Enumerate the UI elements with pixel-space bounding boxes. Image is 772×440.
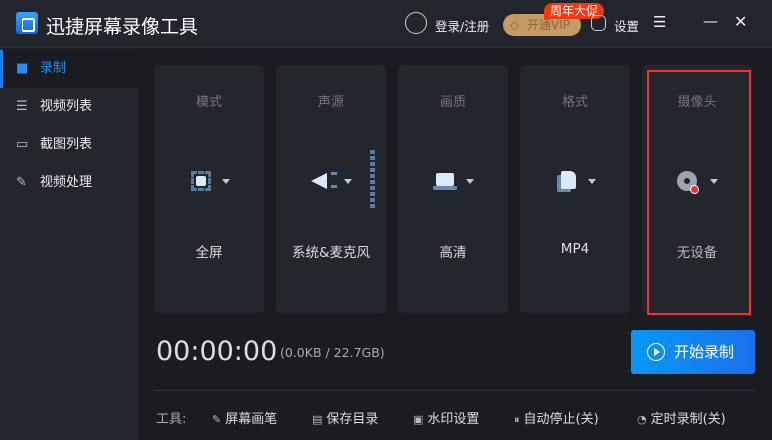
watermark-settings-button[interactable]: ▣ 水印设置 bbox=[413, 408, 479, 427]
screenshot-icon: ▭ bbox=[16, 137, 29, 152]
pen-icon: ✎ bbox=[212, 413, 222, 426]
video-list-icon: ☰ bbox=[16, 99, 28, 114]
card-label: 模式 bbox=[195, 95, 222, 110]
sidebar: ■ 录制 ☰ 视频列表 ▭ 截图列表 ✎ 视频处理 bbox=[0, 49, 138, 440]
chevron-down-icon[interactable] bbox=[344, 179, 352, 184]
card-value: 系统&麦克风 bbox=[291, 245, 371, 261]
sidebar-item-screenshot-list[interactable]: ▭ 截图列表 bbox=[0, 126, 138, 164]
minimize-button[interactable]: — bbox=[703, 12, 718, 30]
vip-label: 开通VIP bbox=[527, 18, 570, 32]
speaker-icon bbox=[311, 170, 337, 192]
settings-icon[interactable] bbox=[591, 15, 606, 31]
camera-icon: ■ bbox=[16, 61, 29, 76]
diamond-icon: ◇ bbox=[510, 18, 520, 32]
auto-stop-button[interactable]: ⏸ 自动停止(关) bbox=[514, 408, 599, 427]
app-title: 迅捷屏幕录像工具 bbox=[46, 16, 199, 38]
tools-icon: ✎ bbox=[16, 175, 27, 190]
stamp-icon: ▣ bbox=[413, 413, 424, 426]
sidebar-item-label: 截图列表 bbox=[40, 137, 93, 152]
card-value: 高清 bbox=[439, 245, 467, 261]
sidebar-item-video-processing[interactable]: ✎ 视频处理 bbox=[0, 164, 138, 202]
tools-label: 工具: bbox=[156, 412, 187, 427]
card-label: 格式 bbox=[561, 95, 588, 110]
highlight-box bbox=[647, 70, 751, 315]
play-icon bbox=[647, 343, 665, 361]
login-link[interactable]: 登录/注册 bbox=[435, 16, 489, 35]
mode-card[interactable]: 模式 全屏 bbox=[154, 65, 264, 313]
volume-meter bbox=[370, 150, 375, 208]
menu-icon[interactable]: ☰ bbox=[653, 13, 666, 31]
sidebar-item-label: 视频列表 bbox=[40, 99, 93, 114]
user-icon[interactable] bbox=[405, 12, 427, 34]
scheduled-recording-button[interactable]: ◔ 定时录制(关) bbox=[637, 408, 726, 427]
settings-link[interactable]: 设置 bbox=[614, 16, 639, 35]
file-size: (0.0KB / 22.7GB) bbox=[280, 345, 385, 360]
audio-source-card[interactable]: 声源 系统&麦克风 bbox=[276, 65, 386, 313]
tool-label: 自动停止(关) bbox=[523, 412, 599, 427]
fullscreen-icon bbox=[189, 170, 213, 192]
card-value: MP4 bbox=[560, 241, 590, 257]
title-bar: 迅捷屏幕录像工具 登录/注册 ◇ 开通VIP 周年大促 设置 ☰ — ✕ bbox=[0, 0, 772, 48]
format-card[interactable]: 格式 MP4 bbox=[520, 65, 630, 313]
divider bbox=[154, 390, 755, 391]
chevron-down-icon[interactable] bbox=[588, 179, 596, 184]
document-icon: ▤ bbox=[312, 413, 323, 426]
file-icon bbox=[555, 170, 579, 192]
tool-label: 屏幕画笔 bbox=[225, 412, 278, 427]
start-recording-label: 开始录制 bbox=[674, 343, 735, 361]
laptop-icon bbox=[433, 170, 457, 192]
sidebar-item-label: 录制 bbox=[40, 61, 67, 76]
chevron-down-icon[interactable] bbox=[222, 179, 230, 184]
recording-timer: 00:00:00 bbox=[156, 336, 278, 367]
clock-icon: ◔ bbox=[637, 413, 647, 426]
card-value: 全屏 bbox=[195, 245, 223, 261]
close-button[interactable]: ✕ bbox=[734, 12, 747, 31]
pause-icon: ⏸ bbox=[514, 413, 520, 426]
sidebar-item-label: 视频处理 bbox=[40, 175, 93, 190]
save-directory-button[interactable]: ▤ 保存目录 bbox=[312, 408, 378, 427]
tool-label: 水印设置 bbox=[427, 412, 480, 427]
chevron-down-icon[interactable] bbox=[466, 179, 474, 184]
sidebar-item-record[interactable]: ■ 录制 bbox=[0, 50, 138, 88]
quality-card[interactable]: 画质 高清 bbox=[398, 65, 508, 313]
tool-label: 定时录制(关) bbox=[650, 412, 726, 427]
sidebar-item-video-list[interactable]: ☰ 视频列表 bbox=[0, 88, 138, 126]
tool-label: 保存目录 bbox=[326, 412, 379, 427]
screen-pen-button[interactable]: ✎ 屏幕画笔 bbox=[212, 408, 277, 427]
app-logo-icon bbox=[16, 12, 38, 34]
card-label: 画质 bbox=[439, 95, 466, 110]
start-recording-button[interactable]: 开始录制 bbox=[631, 330, 755, 374]
card-label: 声源 bbox=[317, 95, 344, 110]
